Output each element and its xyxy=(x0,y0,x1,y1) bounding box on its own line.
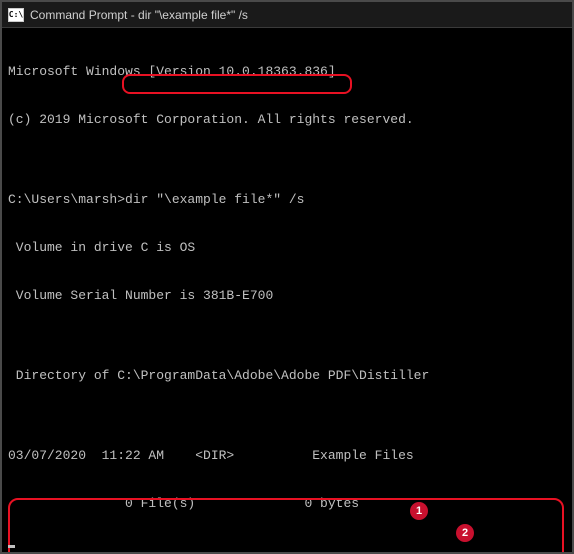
text-cursor xyxy=(8,545,15,548)
output-line: 03/07/2020 11:22 AM <DIR> Example Files xyxy=(8,448,568,464)
output-line: Volume in drive C is OS xyxy=(8,240,568,256)
terminal-output[interactable]: Microsoft Windows [Version 10.0.18363.83… xyxy=(2,28,572,552)
output-line: Directory of C:\ProgramData\Adobe\Adobe … xyxy=(8,368,568,384)
window-title: Command Prompt - dir "\example file*" /s xyxy=(30,8,248,22)
prompt-command-line: C:\Users\marsh>dir "\example file*" /s xyxy=(8,192,568,208)
cmd-icon: C:\ xyxy=(8,8,24,22)
output-line: Volume Serial Number is 381B-E700 xyxy=(8,288,568,304)
output-line: 0 File(s) 0 bytes xyxy=(8,496,568,512)
annotation-badge-2: 2 xyxy=(456,524,474,542)
output-line: (c) 2019 Microsoft Corporation. All righ… xyxy=(8,112,568,128)
command-prompt-window: C:\ Command Prompt - dir "\example file*… xyxy=(0,0,574,554)
output-line: Microsoft Windows [Version 10.0.18363.83… xyxy=(8,64,568,80)
titlebar[interactable]: C:\ Command Prompt - dir "\example file*… xyxy=(2,2,572,28)
